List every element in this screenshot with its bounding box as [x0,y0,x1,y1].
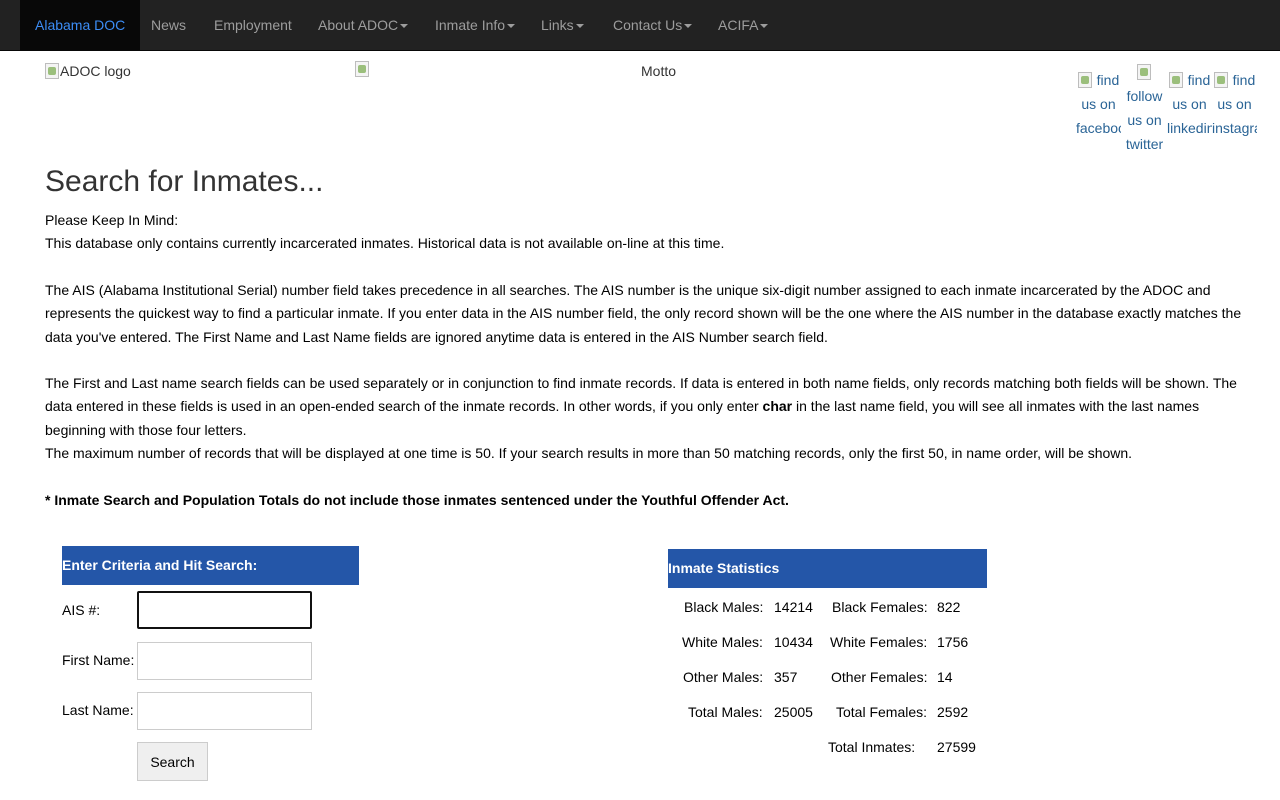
black-males-label: Black Males: [684,599,764,615]
other-males-value: 357 [774,669,798,685]
nav-item-label: ACIFA [718,17,759,33]
name-search-example: char [762,398,793,415]
nav-item-label: Links [541,17,574,33]
paragraph-ais-number: The AIS (Alabama Institutional Serial) n… [45,282,1242,345]
instagram-icon [1213,72,1228,88]
black-females-label: Black Females: [832,599,928,615]
facebook-link[interactable]: find us on facebook [1076,68,1121,140]
top-navbar: Alabama DOC News Employment About ADOC I… [0,0,1280,51]
nav-item-acifa[interactable]: ACIFA [718,0,769,50]
black-males-value: 14214 [774,599,813,615]
twitter-link[interactable]: follow us on twitter [1122,60,1167,156]
black-females-value: 822 [937,599,961,615]
last-name-input[interactable] [137,692,312,730]
ais-number-input[interactable] [137,591,312,629]
caret-down-icon [575,24,584,29]
broken-image-icon [45,63,59,79]
nav-item-about-adoc[interactable]: About ADOC [318,0,409,50]
white-males-value: 10434 [774,634,813,650]
total-females-value: 2592 [937,704,969,720]
last-name-label: Last Name: [62,702,134,718]
ais-number-label: AIS #: [62,602,101,618]
first-name-label: First Name: [62,652,135,668]
first-name-input[interactable] [137,642,312,680]
total-females-label: Total Females: [836,704,928,720]
linkedin-icon [1168,72,1183,88]
total-inmates-label: Total Inmates: [828,739,916,755]
facebook-icon [1077,72,1092,88]
nav-brand-link[interactable]: Alabama DOC [20,0,141,50]
adoc-logo: ADOC logo [45,63,131,79]
white-females-label: White Females: [830,634,928,650]
nav-item-label: Inmate Info [435,17,506,33]
youthful-offender-note: * Inmate Search and Population Totals do… [45,492,789,508]
twitter-alt: follow us on twitter [1125,88,1164,152]
paragraph-database-note: This database only contains currently in… [45,235,725,251]
inmate-statistics-header: Inmate Statistics [668,549,987,588]
nav-item-label: About ADOC [318,17,399,33]
caret-down-icon [400,24,409,29]
broken-image-icon [355,61,369,77]
caret-down-icon [684,24,693,29]
instagram-link[interactable]: find us on instagram [1212,68,1257,140]
other-males-label: Other Males: [683,669,764,685]
white-males-label: White Males: [682,634,763,650]
caret-down-icon [507,24,516,29]
keep-in-mind-heading: Please Keep In Mind: [45,212,179,228]
other-females-label: Other Females: [831,669,928,685]
nav-item-links[interactable]: Links [541,0,584,50]
other-females-value: 14 [937,669,953,685]
paragraph-max-records: The maximum number of records that will … [45,445,1133,461]
nav-item-employment[interactable]: Employment [214,0,292,50]
paragraph-name-search: The First and Last name search fields ca… [45,372,1255,442]
search-form-header: Enter Criteria and Hit Search: [62,546,359,585]
page-title: Search for Inmates... [45,165,324,198]
nav-item-label: News [151,17,187,33]
adoc-logo-alt: ADOC logo [60,63,131,79]
twitter-icon [1137,64,1151,80]
nav-item-news[interactable]: News [151,0,186,50]
white-females-value: 1756 [937,634,969,650]
motto-image: Motto [641,63,676,79]
nav-item-label: Contact Us [613,17,683,33]
nav-item-label: Employment [214,17,292,33]
motto-alt: Motto [641,63,677,79]
header-banner-image [355,61,370,77]
nav-item-contact-us[interactable]: Contact Us [613,0,693,50]
total-inmates-value: 27599 [937,739,976,755]
caret-down-icon [760,24,769,29]
total-males-value: 25005 [774,704,813,720]
linkedin-link[interactable]: find us on linkedin [1167,68,1212,140]
total-males-label: Total Males: [688,704,763,720]
search-button[interactable]: Search [137,742,208,781]
nav-item-inmate-info[interactable]: Inmate Info [435,0,516,50]
